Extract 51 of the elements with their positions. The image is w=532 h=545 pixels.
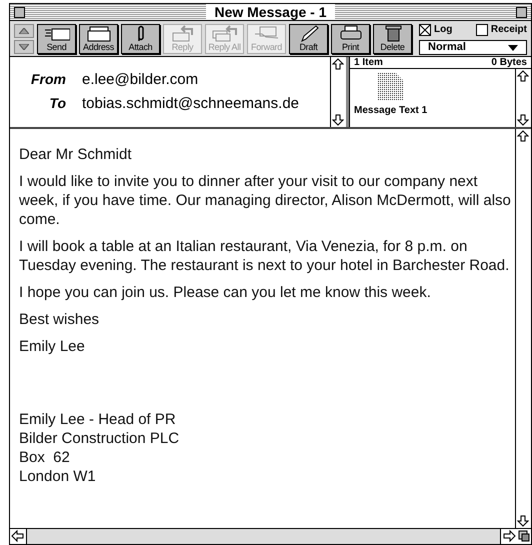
item-count: 1 Item <box>354 57 383 68</box>
priority-dropdown[interactable]: Normal <box>419 40 527 55</box>
header-scrollbar[interactable] <box>330 57 346 127</box>
size-label: 0 Bytes <box>491 57 527 68</box>
paragraph: I will book a table at an Italian restaurant, Via Venezia, for 8 p.m. on Tuesday evening. The restaurant is next to your hotel in Barchester Road. <box>19 237 510 275</box>
scroll-up-icon[interactable] <box>516 69 530 83</box>
document-icon[interactable] <box>376 71 406 103</box>
checkbox[interactable] <box>476 24 488 36</box>
paragraph: I would like to invite you to dinner after your visit to our company next week, if you have time. Our managing director, Alison McDermott, will also come. <box>19 172 511 229</box>
toolbar-button[interactable]: Attach <box>121 24 160 54</box>
scroll-down-icon[interactable] <box>516 113 530 127</box>
zoom-box-icon[interactable] <box>516 6 527 18</box>
scroll-up-icon[interactable] <box>331 57 345 71</box>
toolbar-button[interactable]: Delete <box>373 24 412 54</box>
printer-icon <box>338 24 364 42</box>
signature-line: Bilder Construction PLC <box>19 429 180 448</box>
signature-line: Box 62 <box>19 448 71 467</box>
scroll-down-icon[interactable] <box>516 514 530 528</box>
checkbox-label: Receipt <box>490 23 527 37</box>
checkbox[interactable] <box>419 24 431 36</box>
toolbar-button[interactable]: Send <box>37 24 76 54</box>
toolbar-button[interactable]: Address <box>79 24 118 54</box>
checkbox-label: Log <box>434 23 452 37</box>
scroll-right-icon[interactable] <box>501 529 517 543</box>
reply-arrow-icon <box>212 24 238 42</box>
paragraph: Emily Lee <box>19 337 86 356</box>
attachment-scrollbar[interactable] <box>515 69 531 127</box>
paragraph: I hope you can join us. Please can you let me know this week. <box>19 283 432 302</box>
card-file-icon <box>86 24 112 42</box>
horizontal-scrollbar[interactable] <box>26 529 501 544</box>
window-title: New Message - 1 <box>206 4 335 20</box>
signature-line: London W1 <box>19 467 97 486</box>
vertical-scrollbar[interactable] <box>515 129 531 528</box>
field-label: From <box>30 70 66 89</box>
field-label: To <box>48 94 66 112</box>
scroll-up-icon[interactable] <box>516 129 530 143</box>
dropdown-arrow-icon <box>508 44 518 50</box>
attachment-name[interactable]: Message Text 1 <box>354 103 428 118</box>
toolbar-button[interactable]: Print <box>331 24 370 54</box>
paragraph: Dear Mr Schmidt <box>19 145 133 164</box>
resize-grip-icon[interactable] <box>517 529 531 543</box>
reply-arrow-icon <box>170 24 196 42</box>
paperclip-icon <box>136 24 144 42</box>
scroll-down-icon[interactable] <box>331 113 345 127</box>
close-box-icon[interactable] <box>14 6 25 18</box>
scroll-left-icon[interactable] <box>10 529 26 543</box>
signature-line: Emily Lee - Head of PR <box>19 410 177 429</box>
paragraph: Best wishes <box>19 310 100 329</box>
address-field[interactable]: tobias.schmidt@schneemans.de <box>82 92 300 115</box>
address-field[interactable]: e.lee@bilder.com <box>82 69 198 92</box>
toolbar-button[interactable]: Draft <box>289 24 328 54</box>
